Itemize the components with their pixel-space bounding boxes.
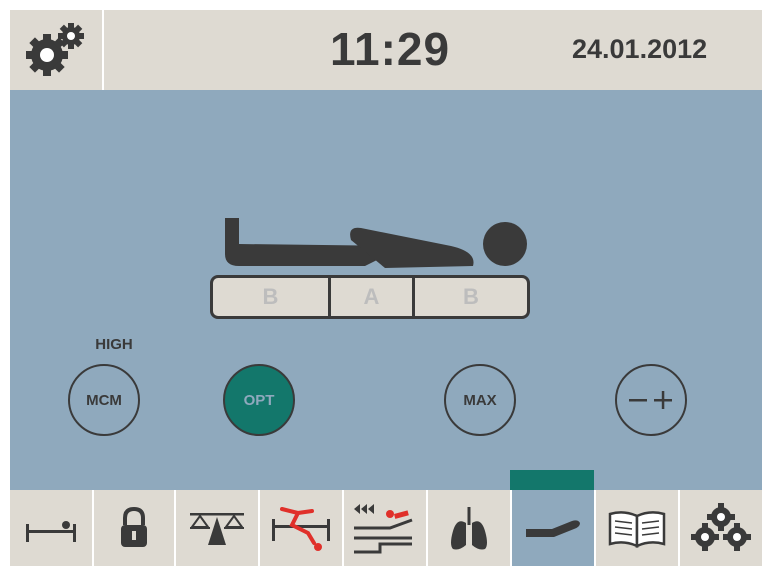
level-label: HIGH — [95, 336, 133, 353]
bottom-toolbar — [10, 490, 762, 566]
toolbar-bed-positions[interactable] — [342, 490, 426, 566]
header-bar: 11:29 24.01.2012 — [10, 10, 762, 90]
current-date: 24.01.2012 — [572, 34, 708, 64]
selected-tab-indicator — [510, 470, 594, 490]
zone-a[interactable]: A — [331, 278, 415, 316]
toolbar-lock[interactable] — [92, 490, 174, 566]
manual-book-icon — [608, 511, 666, 548]
settings-button[interactable] — [10, 10, 104, 90]
minus-plus-icon — [629, 391, 672, 409]
toolbar-fall-alarm[interactable] — [258, 490, 342, 566]
therapy-panel: B A B HIGH MCM OPT MAX — [10, 90, 762, 490]
opt-button[interactable]: OPT — [223, 364, 295, 436]
zone-b-left[interactable]: B — [213, 278, 331, 316]
gears-icon — [691, 503, 751, 551]
mattress-zones: B A B — [210, 275, 530, 319]
toolbar-manual[interactable] — [594, 490, 678, 566]
plus-minus-button[interactable] — [615, 364, 687, 436]
patient-bed-icon — [26, 521, 76, 542]
zone-b-right[interactable]: B — [415, 278, 527, 316]
padlock-icon — [121, 506, 147, 547]
mcm-button[interactable]: MCM — [68, 364, 140, 436]
mattress-patient-icon — [526, 520, 580, 537]
toolbar-bed-exit[interactable] — [10, 490, 92, 566]
max-button[interactable]: MAX — [444, 364, 516, 436]
lungs-icon — [451, 507, 487, 550]
toolbar-mattress-therapy[interactable] — [510, 490, 594, 566]
gears-icon — [26, 23, 84, 76]
patient-fall-icon — [272, 507, 330, 551]
toolbar-scale[interactable] — [174, 490, 258, 566]
clock-time: 11:29 — [329, 23, 451, 75]
toolbar-settings[interactable] — [678, 490, 762, 566]
toolbar-respiratory[interactable] — [426, 490, 510, 566]
bed-positions-icon — [354, 504, 413, 554]
scale-icon — [190, 513, 244, 545]
